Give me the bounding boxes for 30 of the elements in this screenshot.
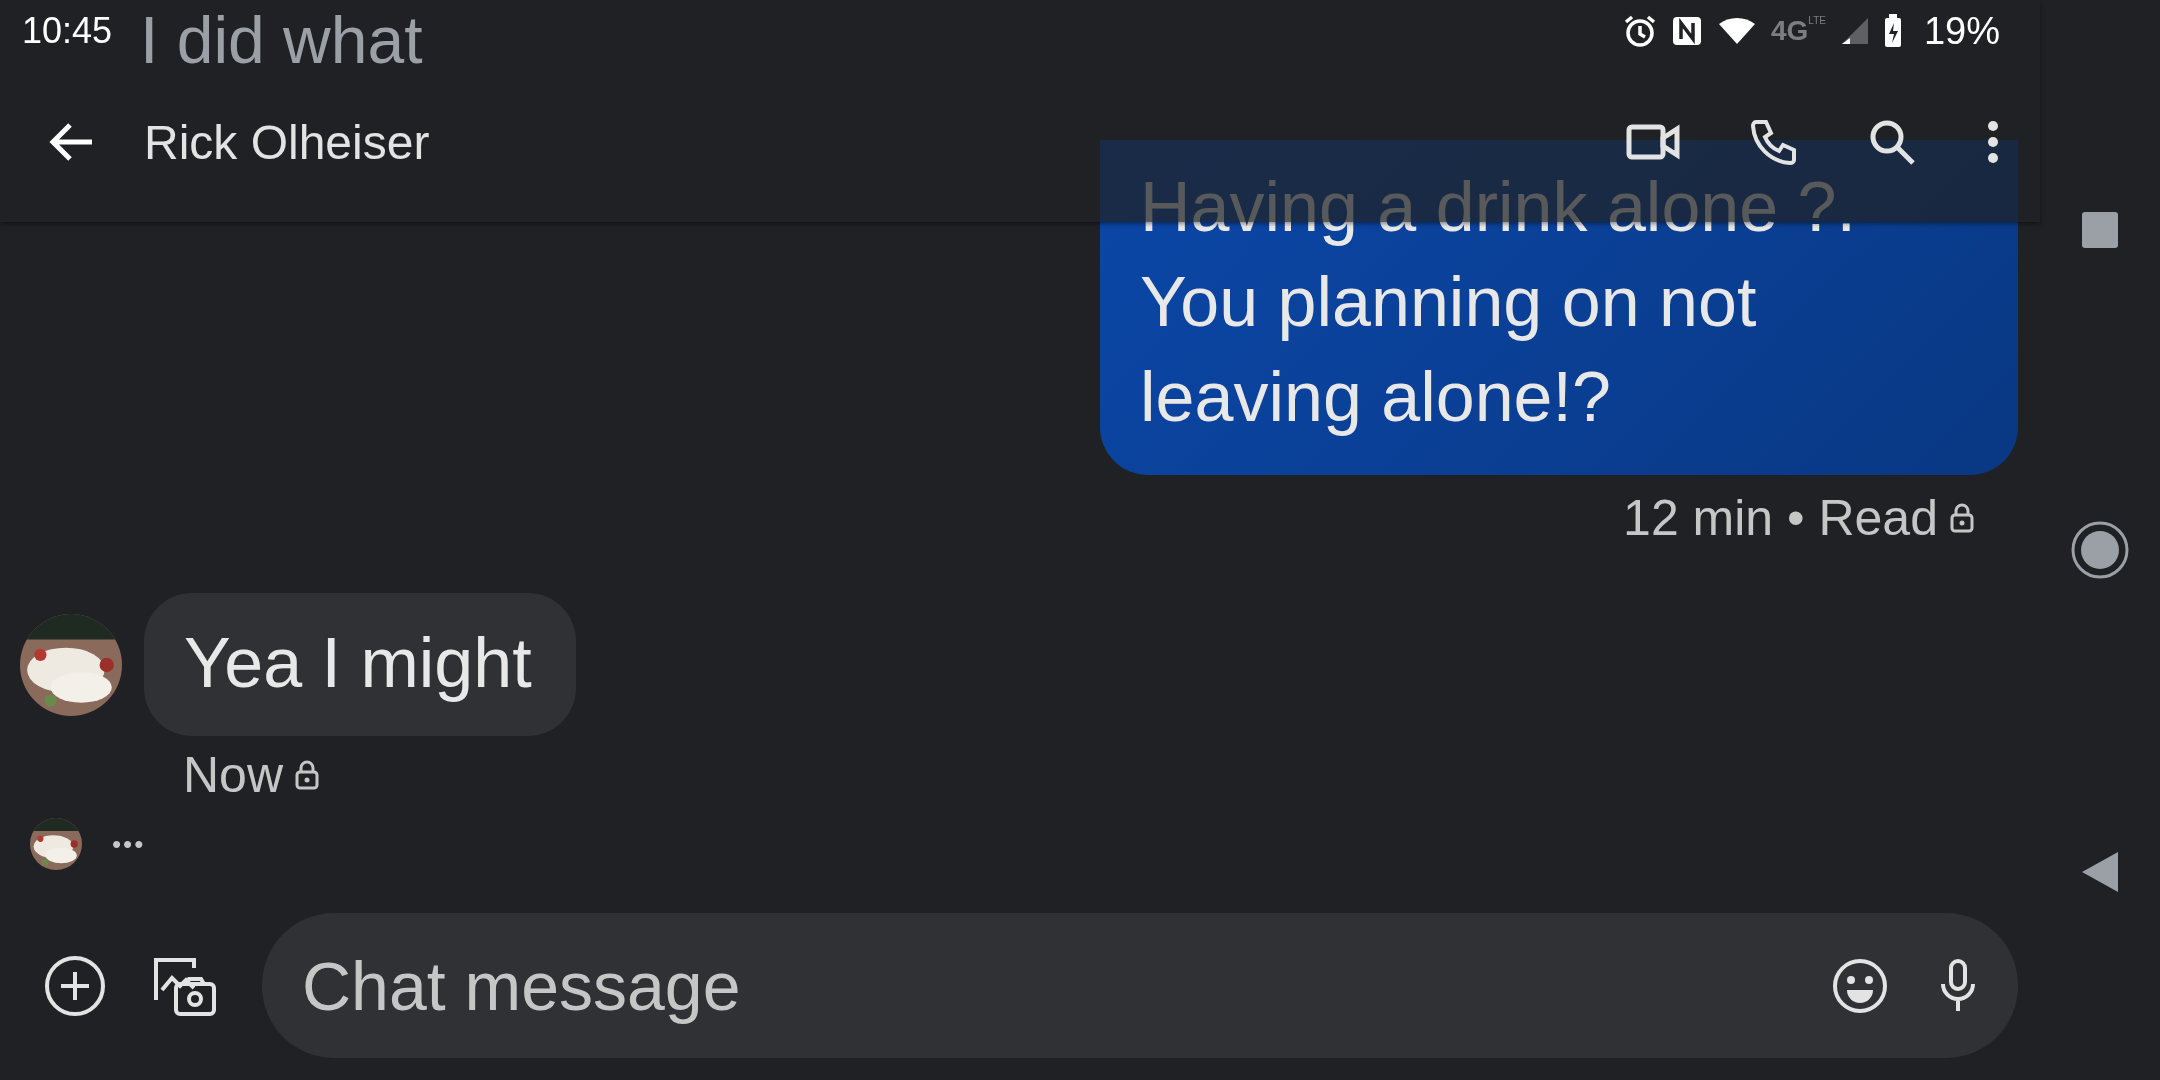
network-subtype: LTE	[1808, 15, 1826, 26]
message-time: Now	[183, 746, 284, 804]
lock-icon	[295, 760, 320, 790]
message-text: You planning on not	[1140, 262, 1758, 343]
alarm-icon	[1622, 14, 1657, 48]
wifi-icon	[1716, 16, 1757, 46]
add-icon[interactable]	[44, 954, 106, 1017]
microphone-icon[interactable]	[1938, 957, 1978, 1014]
emoji-icon[interactable]	[1832, 957, 1888, 1014]
contact-name: Rick Olheiser	[144, 114, 430, 170]
back-arrow-icon[interactable]	[48, 122, 94, 162]
message-text: leaving alone!?	[1140, 357, 1612, 438]
battery-level: 19%	[1923, 9, 2000, 53]
home-icon[interactable]	[2070, 520, 2130, 580]
network-type: 4G	[1770, 15, 1809, 47]
typing-indicator: •••	[112, 828, 146, 860]
message-status: 12 min • Read	[1623, 489, 1938, 547]
more-options-icon[interactable]	[1986, 120, 2000, 164]
nfc-icon	[1670, 15, 1703, 47]
search-icon[interactable]	[1868, 118, 1916, 166]
video-call-icon[interactable]	[1626, 122, 1680, 162]
lock-icon	[1950, 503, 1974, 533]
message-text: I did what	[140, 2, 423, 78]
clock: 10:45	[22, 10, 113, 52]
recents-icon[interactable]	[2080, 210, 2120, 250]
back-icon[interactable]	[2080, 850, 2120, 894]
message-input[interactable]: Chat message	[300, 945, 1832, 1026]
phone-icon[interactable]	[1750, 118, 1798, 166]
message-bubble: Yea I might	[144, 593, 576, 736]
message-field[interactable]: Chat message	[262, 913, 2018, 1058]
